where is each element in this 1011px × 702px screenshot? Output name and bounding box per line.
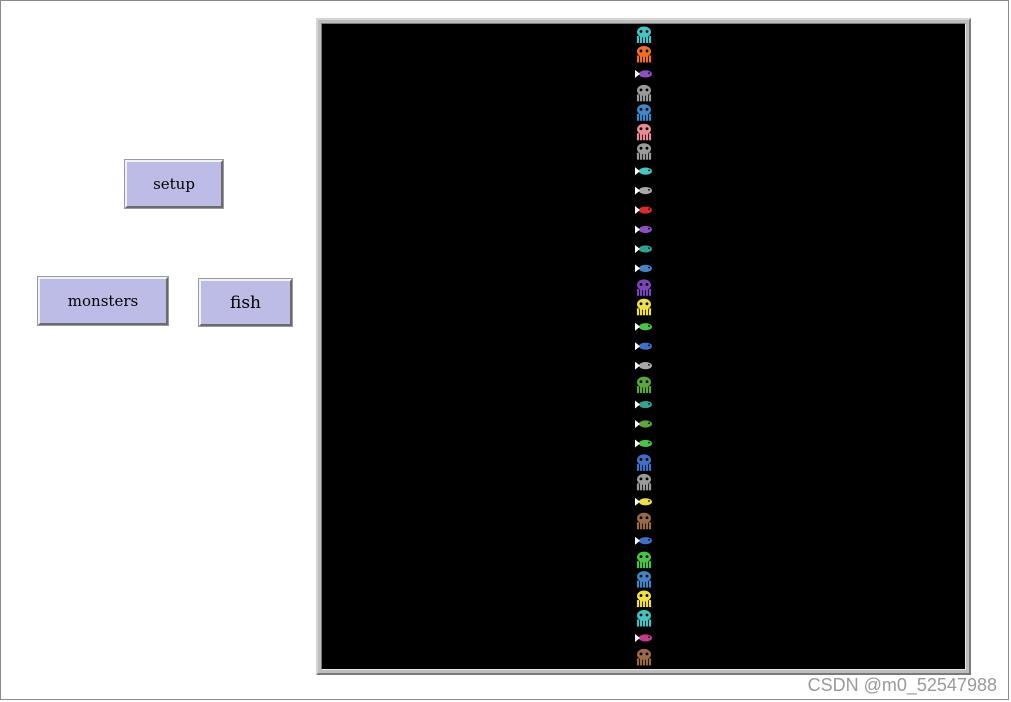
world-view <box>316 18 971 675</box>
fish-icon <box>635 361 652 370</box>
fish-icon <box>635 400 652 409</box>
fish-icon <box>635 186 652 195</box>
watermark: CSDN @m0_52547988 <box>807 675 997 695</box>
monster-icon <box>636 298 652 316</box>
monster-icon <box>636 454 652 471</box>
fish-icon <box>635 420 652 428</box>
monster-icon <box>636 551 652 569</box>
fish-icon <box>635 225 652 234</box>
fish-icon <box>635 322 652 331</box>
monster-icon <box>636 45 652 63</box>
monster-icon <box>636 123 652 141</box>
fish-icon <box>635 439 652 448</box>
monster-icon <box>636 571 652 588</box>
fish-icon <box>635 167 652 176</box>
fish-icon <box>635 497 652 506</box>
monster-icon <box>636 279 652 296</box>
monster-icon <box>636 473 652 491</box>
monster-icon <box>636 26 652 43</box>
monster-icon <box>636 590 652 608</box>
monster-icon <box>636 512 652 530</box>
fish-icon <box>635 69 652 78</box>
fish-icon <box>635 342 652 351</box>
fish-icon <box>635 264 652 273</box>
fish-icon <box>635 536 652 545</box>
monster-icon <box>636 104 652 121</box>
world-canvas[interactable] <box>321 23 966 670</box>
monsters-button[interactable]: monsters <box>37 276 169 326</box>
fish-icon <box>635 206 652 215</box>
fish-icon <box>635 244 652 253</box>
monster-icon <box>636 143 652 160</box>
monster-icon <box>636 376 652 394</box>
monster-icon <box>636 610 652 627</box>
agents-layer <box>635 26 652 666</box>
setup-button[interactable]: setup <box>124 159 224 209</box>
monster-icon <box>636 648 652 666</box>
fish-icon <box>635 633 652 642</box>
fish-button[interactable]: fish <box>198 278 293 327</box>
monster-icon <box>636 84 652 102</box>
